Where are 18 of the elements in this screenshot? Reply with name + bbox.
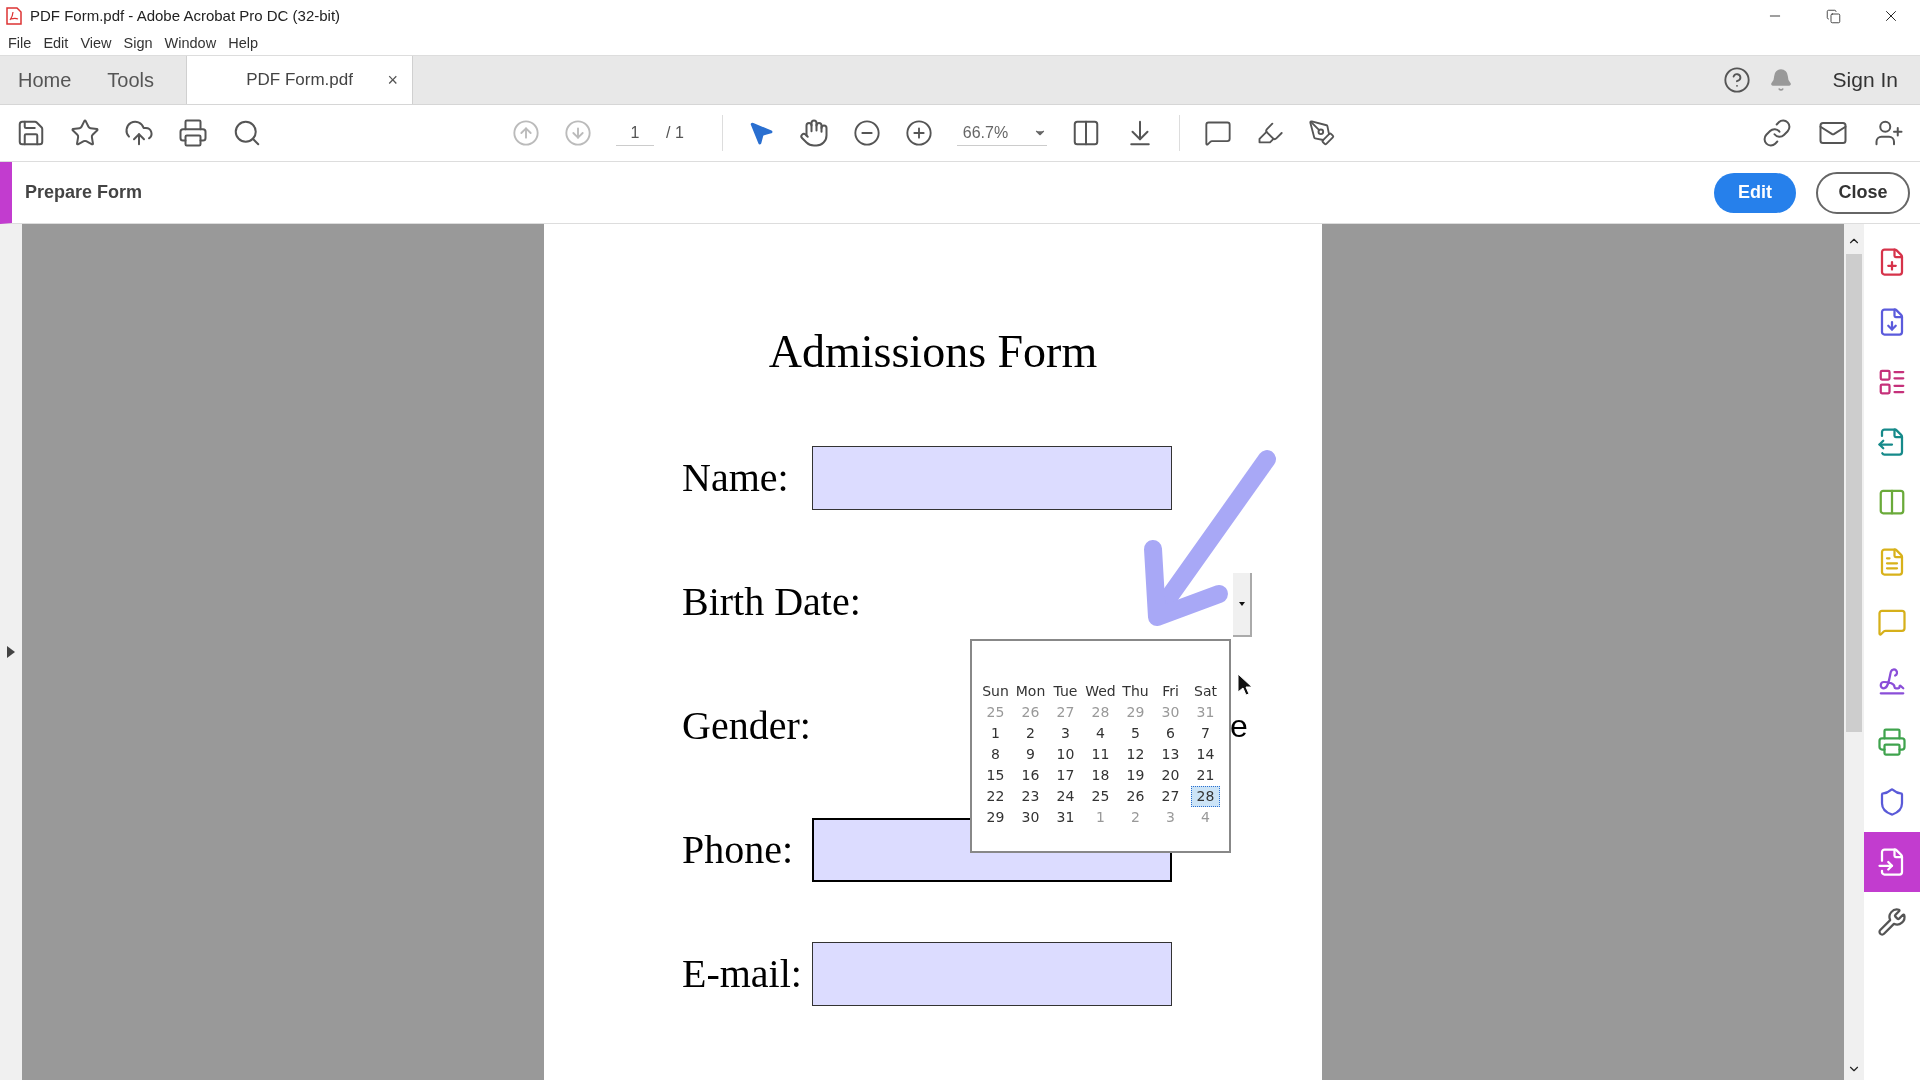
weekday-header: Thu bbox=[1121, 682, 1150, 701]
tool-title: Prepare Form bbox=[25, 181, 143, 204]
field-label: Name: bbox=[682, 454, 790, 502]
field-label: Phone: bbox=[682, 826, 795, 874]
form-title: Admissions Form bbox=[767, 325, 1099, 379]
weekday-header: Mon bbox=[1014, 682, 1047, 701]
weekday-header: Tue bbox=[1052, 682, 1079, 701]
field-label: Gender: bbox=[682, 702, 812, 750]
weekday-header: Sat bbox=[1193, 682, 1218, 701]
page-total: / 1 bbox=[666, 123, 684, 143]
weekday-header: Wed bbox=[1084, 682, 1117, 701]
window-title: PDF Form.pdf - Adobe Acrobat Pro DC (32-bit) bbox=[30, 5, 341, 26]
field-label: Birth Date: bbox=[682, 578, 861, 626]
weekday-header: Fri bbox=[1161, 682, 1180, 701]
weekday-header: Sun bbox=[981, 682, 1010, 701]
option-text: e bbox=[1230, 707, 1248, 746]
field-label: E-mail: bbox=[682, 950, 803, 998]
zoom-value: 66.7% bbox=[962, 122, 1009, 143]
